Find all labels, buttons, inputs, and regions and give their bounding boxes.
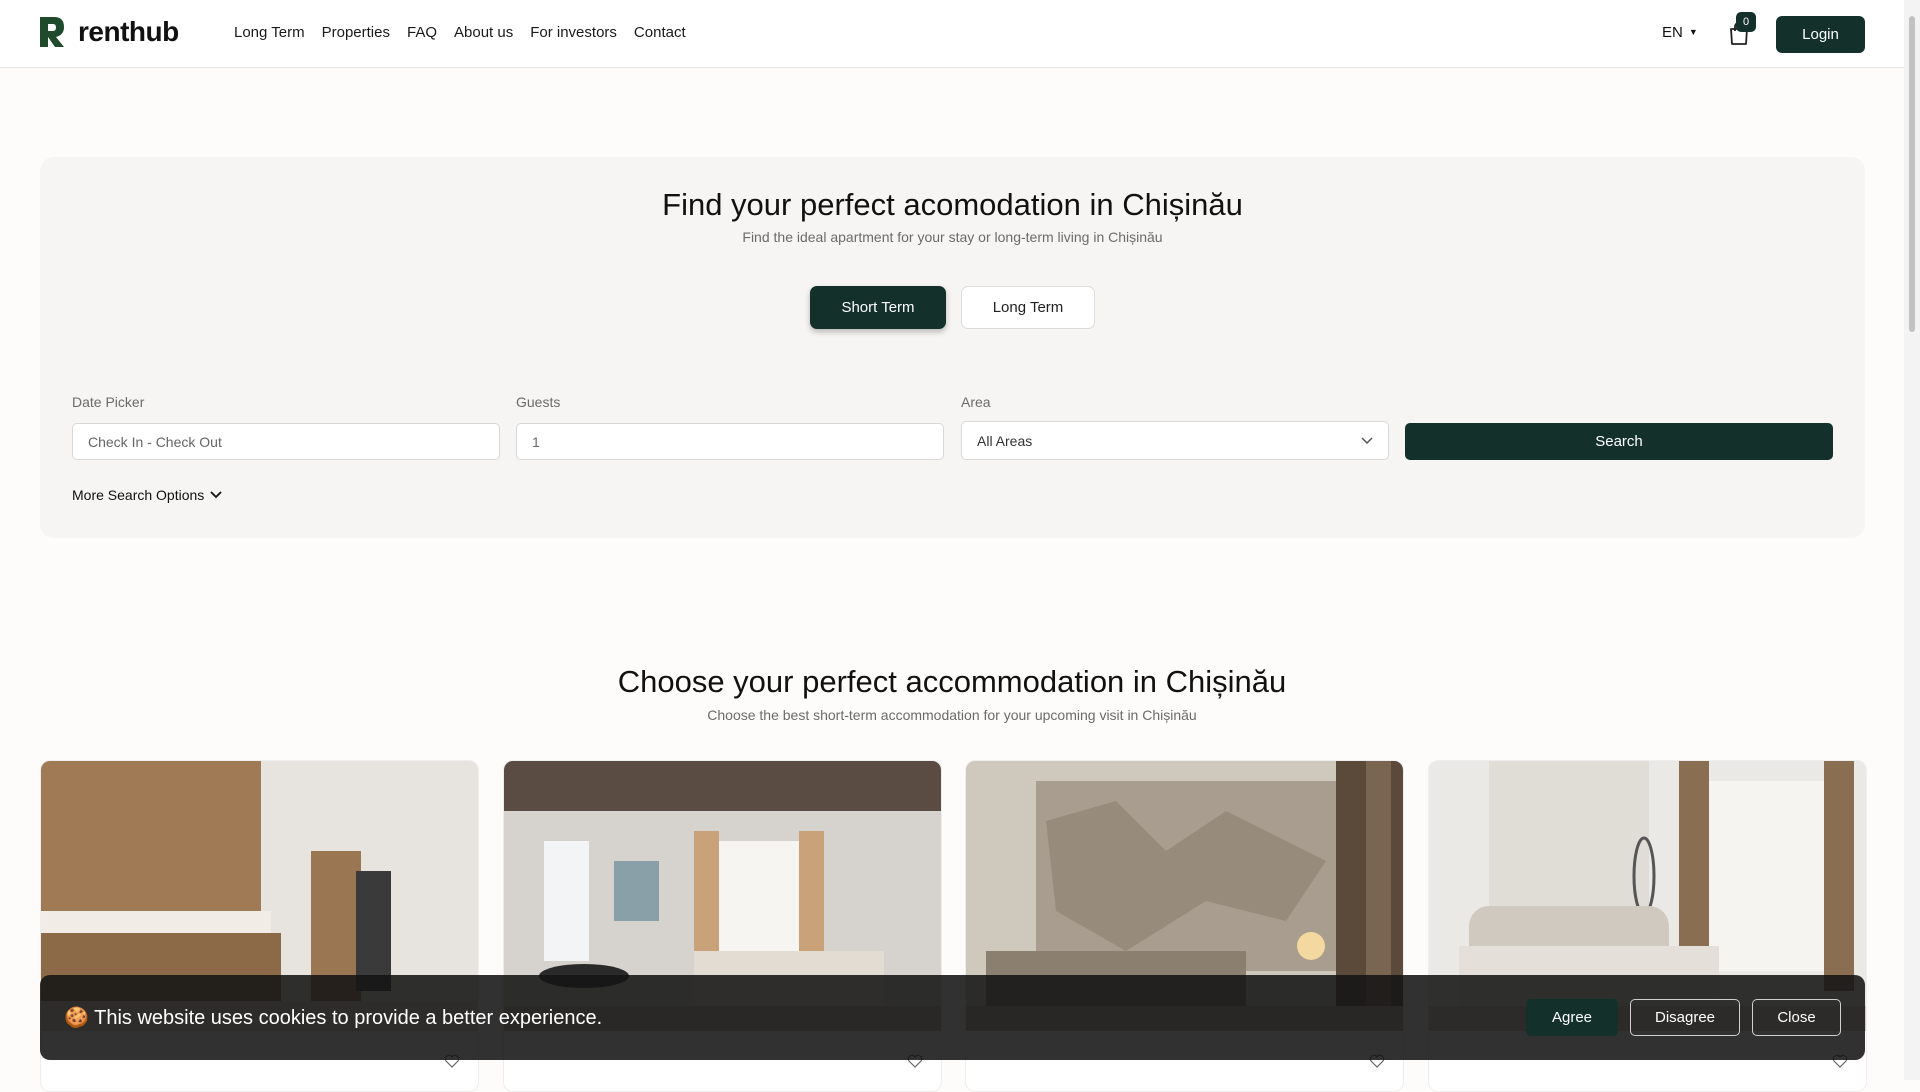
more-search-options-label: More Search Options — [72, 487, 205, 503]
logo-mark-icon — [40, 17, 64, 47]
cookie-disagree-button[interactable]: Disagree — [1630, 999, 1740, 1036]
nav-long-term[interactable]: Long Term — [234, 24, 305, 41]
cart-count-badge: 0 — [1736, 12, 1756, 32]
guests-input[interactable]: 1 — [516, 423, 944, 460]
nav-properties[interactable]: Properties — [322, 24, 390, 41]
date-picker-input[interactable]: Check In - Check Out — [72, 423, 500, 460]
hero-title: Find your perfect acomodation in Chișină… — [662, 187, 1243, 222]
tab-long-term[interactable]: Long Term — [961, 286, 1095, 329]
top-header: renthub Long Term Properties FAQ About u… — [0, 0, 1904, 68]
chevron-down-icon — [210, 491, 222, 499]
section-title: Choose your perfect accommodation in Chi… — [617, 664, 1287, 699]
cookie-close-button[interactable]: Close — [1752, 999, 1841, 1036]
logo-text: renthub — [78, 16, 179, 47]
hero-subtitle: Find the ideal apartment for your stay o… — [742, 229, 1163, 245]
area-label: Area — [961, 394, 991, 410]
main-nav: Long Term Properties FAQ About us For in… — [234, 24, 686, 41]
cookie-message: 🍪 This website uses cookies to provide a… — [64, 1007, 603, 1029]
language-label: EN — [1662, 24, 1683, 41]
section-subtitle: Choose the best short-term accommodation… — [707, 707, 1197, 723]
search-button[interactable]: Search — [1405, 423, 1833, 460]
page-scrollbar[interactable] — [1904, 0, 1920, 1080]
chevron-down-icon — [1361, 436, 1373, 444]
nav-for-investors[interactable]: For investors — [530, 24, 617, 41]
nav-about-us[interactable]: About us — [454, 24, 513, 41]
chevron-down-icon: ▼ — [1688, 26, 1698, 37]
cookie-agree-button[interactable]: Agree — [1526, 999, 1618, 1036]
logo[interactable]: renthub — [38, 15, 179, 49]
scrollbar-thumb[interactable] — [1909, 16, 1915, 332]
language-selector[interactable]: EN ▼ — [1662, 24, 1698, 41]
cookie-banner: 🍪 This website uses cookies to provide a… — [40, 975, 1865, 1060]
login-button[interactable]: Login — [1776, 16, 1865, 53]
area-select-value: All Areas — [977, 432, 1033, 449]
nav-contact[interactable]: Contact — [634, 24, 686, 41]
date-picker-label: Date Picker — [72, 394, 145, 410]
tab-short-term[interactable]: Short Term — [810, 286, 946, 329]
nav-faq[interactable]: FAQ — [407, 24, 437, 41]
area-select[interactable]: All Areas — [961, 421, 1389, 460]
search-panel: Find your perfect acomodation in Chișină… — [40, 157, 1865, 538]
more-search-options-toggle[interactable]: More Search Options — [72, 487, 222, 503]
guests-label: Guests — [516, 394, 561, 410]
